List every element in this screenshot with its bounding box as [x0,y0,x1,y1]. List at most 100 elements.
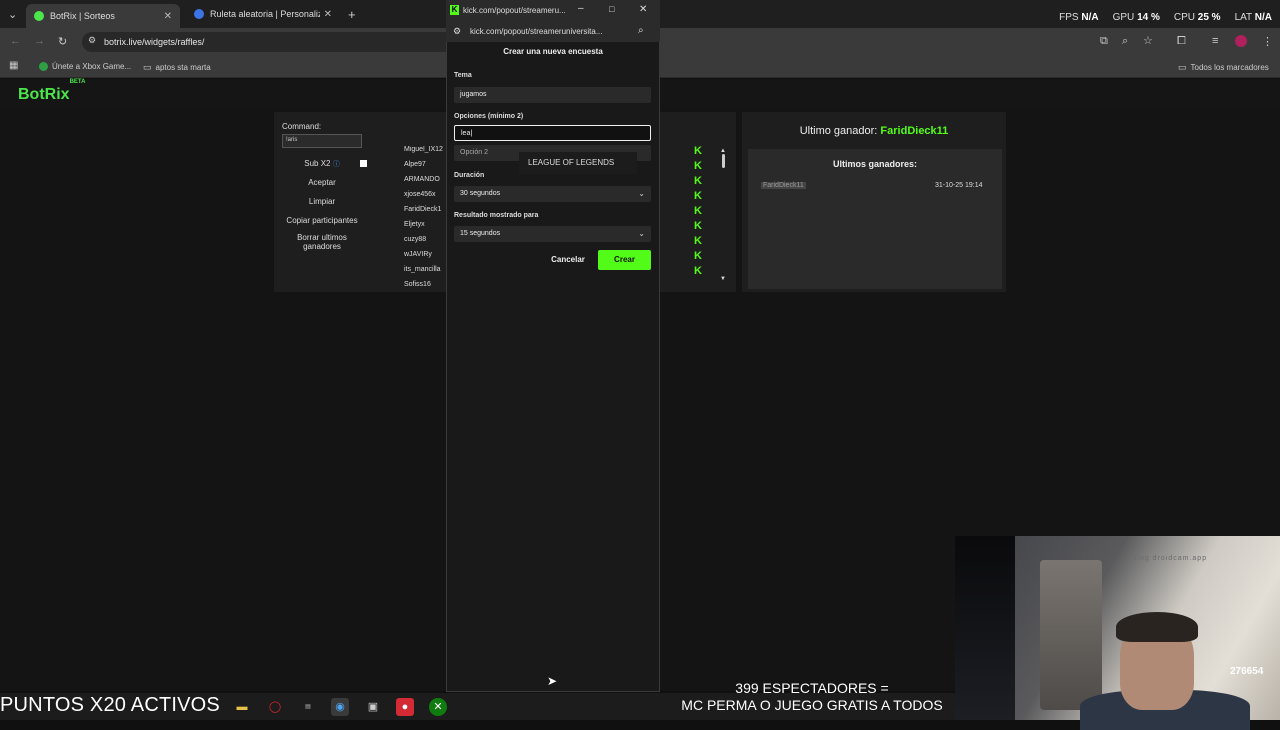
reload-icon[interactable]: ↻ [58,35,67,48]
bookmark-star-icon[interactable]: ☆ [1143,34,1153,47]
webcam-window-area [955,536,1015,720]
close-tab-icon[interactable]: ✕ [164,11,172,22]
command-label: Command: [282,122,322,131]
cancel-button[interactable]: Cancelar [546,251,590,269]
file-explorer-icon[interactable]: ▬ [233,698,251,716]
result-select[interactable]: 15 segundos ⌄ [454,226,651,242]
xbox-taskbar-icon[interactable]: ✕ [429,698,447,716]
tab-ruleta[interactable]: Ruleta aleatoria | Personaliza y ✕ [186,4,340,24]
scroll-up-icon[interactable]: ▲ [720,148,728,154]
kick-icon-column: K K K K K K K K K [694,146,708,281]
site-settings-icon[interactable]: ⚙ [453,26,461,37]
clear-button[interactable]: Limpiar [282,197,362,206]
popup-title: kick.com/popout/streameru... [463,6,566,15]
scroll-down-icon[interactable]: ▼ [720,276,728,282]
maximize-icon[interactable]: □ [609,4,614,14]
close-window-icon[interactable]: ✕ [639,4,647,15]
popup-url: kick.com/popout/streameruniversita... [470,27,603,36]
result-label: Resultado mostrado para [454,212,539,219]
winners-box [748,149,1002,289]
wordpress-favicon-icon [194,9,204,19]
scroll-thumb[interactable] [722,154,725,168]
duration-label: Duración [454,172,485,179]
tab-botrix-sorteos[interactable]: BotRix | Sorteos ✕ [26,4,180,28]
accept-button[interactable]: Aceptar [282,178,362,187]
topic-value: jugamos [460,91,487,98]
webcam-shelf [1040,560,1102,710]
site-info-icon[interactable]: ⚙ [88,35,96,46]
command-value: !aris [286,137,298,143]
back-icon[interactable]: ← [10,35,21,47]
close-tab-icon[interactable]: ✕ [324,9,332,20]
menu-icon[interactable]: ⋮ [1262,35,1273,48]
sub-x2-toggle[interactable]: Sub X2 ⓘ [282,159,362,169]
duration-select[interactable]: 30 segundos ⌄ [454,186,651,202]
translate-icon[interactable]: ⧉ [1100,35,1108,48]
kick-icon: K [694,235,702,247]
minimize-icon[interactable]: – [578,3,584,14]
sub-label: Sub X2 [304,159,331,168]
winner-name: FaridDieck11 [880,125,949,137]
bookmark-folder-aptos[interactable]: ▭ aptos sta marta [143,62,211,73]
tab-title: BotRix | Sorteos [50,11,115,21]
points-overlay-text: PUNTOS X20 ACTIVOS [0,694,220,716]
kick-icon: K [694,220,702,232]
bookmark-label: aptos sta marta [155,63,211,72]
app-icon[interactable]: ▤ [299,698,317,716]
kick-icon: K [694,175,702,187]
popup-title-bar: K kick.com/popout/streameru... – □ ✕ [446,0,660,22]
sub-x2-checkbox[interactable] [360,160,367,167]
folder-icon: ▭ [1178,62,1187,72]
profile-avatar[interactable] [1235,35,1247,47]
bookmark-xbox[interactable]: Únete a Xbox Game... [39,62,131,71]
topic-label: Tema [454,72,472,79]
webcam-counter: 276654 [1230,666,1264,677]
all-bookmarks[interactable]: ▭ Todos los marcadores [1178,62,1269,73]
result-value: 15 segundos [460,230,501,237]
chevron-down-icon: ⌄ [638,229,645,238]
participants-scrollbar[interactable]: ▲ ▼ [720,148,728,288]
cpu-value: 25 % [1197,12,1221,23]
list-item: ARMANDO [404,176,440,183]
gpu-value: 14 % [1137,12,1160,23]
last-winner-title: Ultimo ganador: FaridDieck11 [742,125,1006,137]
command-input[interactable]: !aris [282,134,362,148]
last-winners-label: Ultimos ganadores: [832,159,917,169]
opera-icon[interactable]: ◯ [266,698,284,716]
gpu-label: GPU [1112,12,1135,23]
lat-value: N/A [1254,12,1272,23]
topic-input[interactable]: jugamos [454,87,651,103]
option1-value: lea [461,130,471,137]
kick-icon: K [694,145,702,157]
copy-participants-button[interactable]: Copiar participantes [282,216,362,225]
kick-icon: K [694,250,702,262]
zoom-icon[interactable]: ⌕ [1122,35,1128,48]
chrome-icon[interactable]: ◉ [331,698,349,716]
brand-badge: BETA [69,78,86,85]
new-tab-icon[interactable]: + [348,7,356,22]
extensions-icon[interactable]: ⧠ [1177,35,1186,48]
tab-list-chevron-icon[interactable]: ⌄ [8,8,17,21]
option1-input[interactable]: lea| [454,125,651,141]
apps-grid-icon[interactable]: ▦ [9,60,18,71]
cpu-label: CPU [1173,12,1195,23]
botrix-logo[interactable]: BotRixBETA [18,79,85,104]
clear-winners-button[interactable]: Borrar ultimos ganadores [282,233,362,251]
forward-icon[interactable]: → [34,35,45,47]
recording-app-icon[interactable]: ● [396,698,414,716]
popup-url-bar[interactable]: ⚙ kick.com/popout/streameruniversita... … [446,22,660,42]
list-item: FaridDieck1 [404,206,442,213]
kick-icon: K [694,160,702,172]
xbox-icon [39,62,48,71]
search-icon[interactable]: ⌕ [638,25,644,36]
participants-list: Miguel_IX12 Alpe97 ARMANDO xjose456x Far… [396,146,446,292]
list-item: its_mancilla [404,266,441,273]
ticker-line-1: 399 ESPECTADORES = [735,680,889,696]
autocomplete-suggestion[interactable]: LEAGUE OF LEGENDS [519,152,637,174]
bookmark-label: Todos los marcadores [1190,63,1269,72]
media-icon[interactable]: ≡ [1212,35,1218,47]
bookmark-label: Únete a Xbox Game... [52,62,132,71]
create-button[interactable]: Crear [598,250,651,270]
winner-title-prefix: Ultimo ganador: [799,125,878,137]
window-app-icon[interactable]: ▣ [364,698,382,716]
